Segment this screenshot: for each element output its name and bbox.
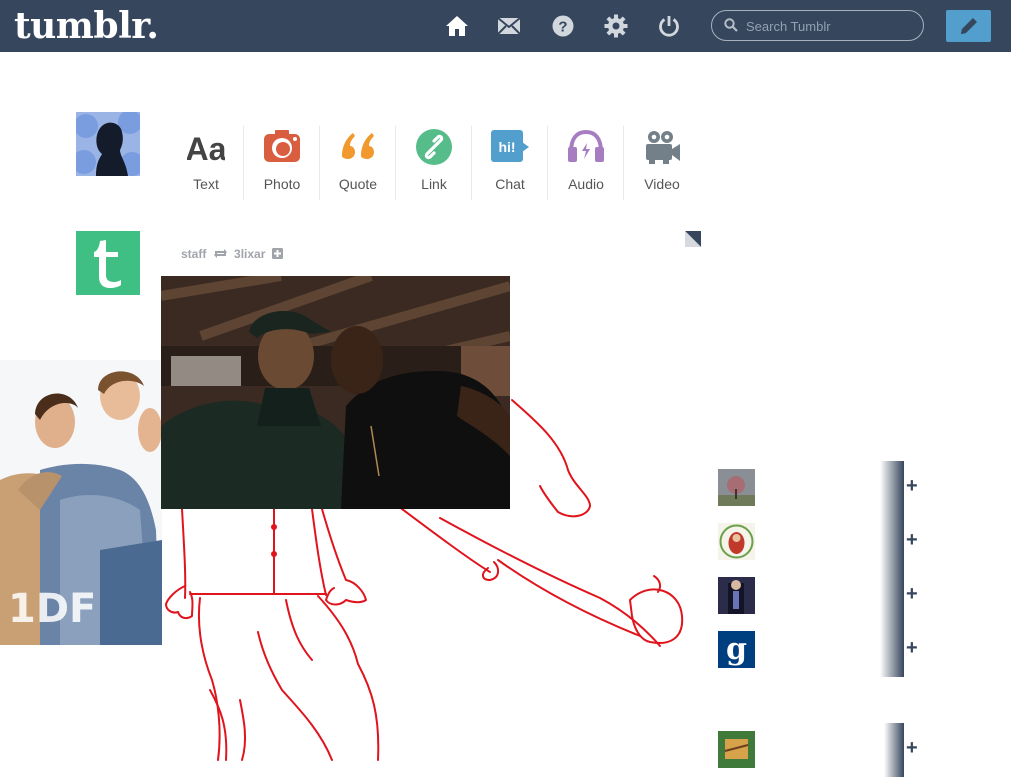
recommended-blog-row[interactable]: +	[718, 515, 918, 569]
text-icon: Aa	[187, 131, 225, 166]
blog-avatar[interactable]	[718, 469, 755, 506]
reblogged-from[interactable]: 3lixar	[234, 247, 265, 261]
blog-avatar[interactable]: g	[718, 631, 755, 668]
header-bar: tumblr. ?	[0, 0, 1011, 52]
post-type-label: Photo	[263, 176, 301, 192]
svg-text:?: ?	[558, 19, 567, 36]
search-input[interactable]	[744, 16, 918, 36]
follow-plus-icon[interactable]: +	[906, 737, 918, 760]
tumblr-logo[interactable]: tumblr.	[14, 4, 159, 48]
post-type-label: Link	[421, 176, 447, 192]
recommended-blog-row[interactable]: +	[718, 569, 918, 623]
recommended-blog-row[interactable]: +	[718, 723, 918, 777]
post-type-video[interactable]: Video	[624, 114, 700, 206]
svg-text:g: g	[726, 632, 747, 667]
band-photo-watermark: 1DF	[8, 586, 96, 632]
follow-plus-icon[interactable]: +	[906, 475, 918, 498]
post-type-audio[interactable]: Audio	[548, 114, 624, 206]
post-photo[interactable]	[161, 276, 510, 509]
post-type-label: Audio	[568, 176, 604, 192]
post-type-photo[interactable]: Photo	[244, 114, 320, 206]
blog-row-fade	[880, 623, 904, 677]
quote-icon	[342, 133, 374, 159]
blog-row-fade	[880, 461, 904, 515]
post-type-label: Quote	[338, 176, 378, 192]
svg-text:hi!: hi!	[498, 139, 515, 155]
post-type-quote[interactable]: Quote	[320, 114, 396, 206]
post-header: staff 3lixar	[181, 246, 283, 261]
blog-avatar[interactable]	[718, 731, 755, 768]
staff-avatar[interactable]	[76, 231, 140, 295]
follow-plus-icon[interactable]	[271, 248, 283, 260]
post-type-label: Chat	[495, 176, 525, 192]
compose-button[interactable]	[946, 10, 991, 42]
power-icon[interactable]	[657, 14, 681, 38]
follow-plus-icon[interactable]: +	[906, 529, 918, 552]
video-camera-icon	[646, 131, 680, 164]
post-type-label: Video	[644, 176, 680, 192]
post-corner-fold-icon[interactable]	[685, 231, 701, 247]
chat-icon: hi!	[491, 130, 529, 162]
follow-plus-icon[interactable]: +	[906, 637, 918, 660]
post-type-chat[interactable]: hi! Chat	[472, 114, 548, 206]
pencil-icon	[961, 18, 977, 34]
gear-icon[interactable]	[604, 14, 628, 38]
home-icon[interactable]	[445, 14, 469, 38]
camera-icon	[264, 130, 300, 162]
mail-icon[interactable]	[497, 14, 521, 38]
blog-row-fade	[880, 569, 904, 623]
blog-avatar[interactable]	[718, 523, 755, 560]
blog-avatar[interactable]	[718, 577, 755, 614]
recommended-blog-row[interactable]: g +	[718, 623, 918, 677]
help-icon[interactable]: ?	[551, 14, 575, 38]
band-photo[interactable]: 1DF	[0, 360, 162, 645]
svg-text:Aa: Aa	[187, 131, 225, 166]
link-icon	[416, 129, 452, 165]
blog-row-fade	[884, 723, 904, 777]
post-author[interactable]: staff	[181, 247, 206, 261]
user-avatar[interactable]	[76, 112, 140, 176]
post-type-text[interactable]: Aa Text	[168, 114, 244, 206]
search-icon	[724, 18, 738, 32]
recommended-blog-row[interactable]: +	[718, 461, 918, 515]
blog-row-fade	[880, 515, 904, 569]
follow-plus-icon[interactable]: +	[906, 583, 918, 606]
reblog-icon	[213, 249, 227, 259]
post-type-link[interactable]: Link	[396, 114, 472, 206]
post-type-bar: Aa Text Photo Quote Link hi! Chat Audio …	[168, 114, 700, 206]
search-box[interactable]	[711, 10, 924, 41]
post-type-label: Text	[193, 176, 219, 192]
headphones-icon	[568, 129, 604, 162]
